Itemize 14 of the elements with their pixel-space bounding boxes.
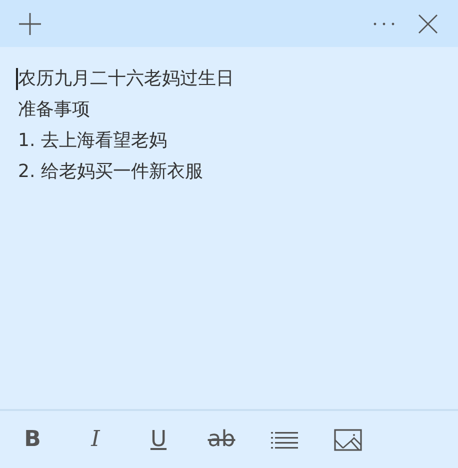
more-icon bbox=[373, 22, 395, 26]
note-text: 准备事项 bbox=[18, 98, 90, 122]
strike-button[interactable]: ab bbox=[199, 420, 244, 460]
italic-button[interactable]: I bbox=[73, 420, 118, 460]
image-icon bbox=[334, 428, 362, 450]
close-icon bbox=[418, 14, 438, 34]
plus-icon bbox=[18, 12, 42, 36]
note-text: 1. 去上海看望老妈 bbox=[18, 129, 167, 153]
underline-button[interactable]: U bbox=[136, 420, 181, 460]
note-text: 2. 给老妈买一件新衣服 bbox=[18, 160, 203, 184]
text-cursor bbox=[16, 68, 18, 90]
list-icon bbox=[270, 430, 298, 448]
note-text: 农历九月二十六老妈过生日 bbox=[18, 67, 234, 91]
bold-button[interactable]: B bbox=[10, 420, 55, 460]
